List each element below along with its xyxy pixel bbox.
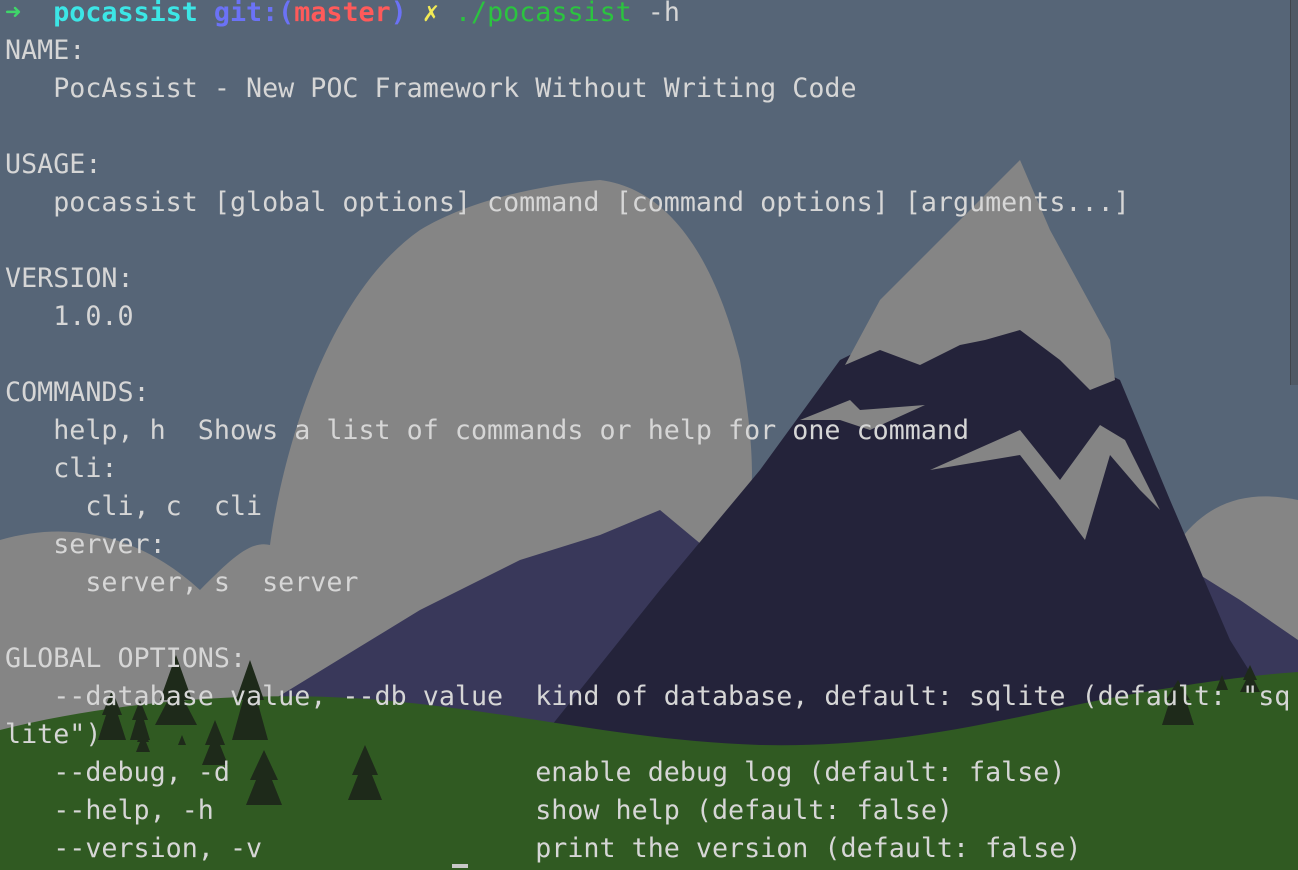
- prompt-git-branch: master: [294, 0, 391, 28]
- output-line: NAME:: [5, 35, 86, 66]
- output-line: PocAssist - New POC Framework Without Wr…: [5, 73, 857, 104]
- output-line: --version, -v print the version (default…: [5, 833, 1082, 864]
- terminal-scrollbar[interactable]: [1290, 0, 1298, 385]
- prompt-dirty-icon: ✗: [422, 0, 439, 28]
- output-line: server, s server: [5, 567, 359, 598]
- output-line: USAGE:: [5, 149, 102, 180]
- terminal-window[interactable]: ➜ pocassist git:(master) ✗ ./pocassist -…: [0, 0, 1298, 870]
- terminal-cursor: [452, 864, 468, 868]
- prompt-arrow-icon: ➜: [5, 0, 22, 28]
- output-line: --database value, --db value kind of dat…: [5, 681, 1291, 712]
- prompt-directory: pocassist: [53, 0, 198, 28]
- prompt-line: ➜ pocassist git:(master) ✗ ./pocassist -…: [5, 0, 680, 32]
- prompt-command: ./pocassist: [454, 0, 632, 28]
- output-line: cli:: [5, 453, 118, 484]
- output-line: --help, -h show help (default: false): [5, 795, 953, 826]
- output-line: server:: [5, 529, 166, 560]
- prompt-git-close: ): [390, 0, 407, 28]
- output-line: VERSION:: [5, 263, 134, 294]
- output-line: pocassist [global options] command [comm…: [5, 187, 1130, 218]
- prompt-git-label: git:(: [213, 0, 295, 28]
- output-line: GLOBAL OPTIONS:: [5, 643, 247, 674]
- output-line: help, h Shows a list of commands or help…: [5, 415, 970, 446]
- output-line: lite"): [5, 719, 102, 750]
- output-line: 1.0.0: [5, 301, 134, 332]
- prompt-argument: -h: [647, 0, 680, 28]
- output-line: COMMANDS:: [5, 377, 150, 408]
- output-line: --debug, -d enable debug log (default: f…: [5, 757, 1066, 788]
- output-line: cli, c cli: [5, 491, 263, 522]
